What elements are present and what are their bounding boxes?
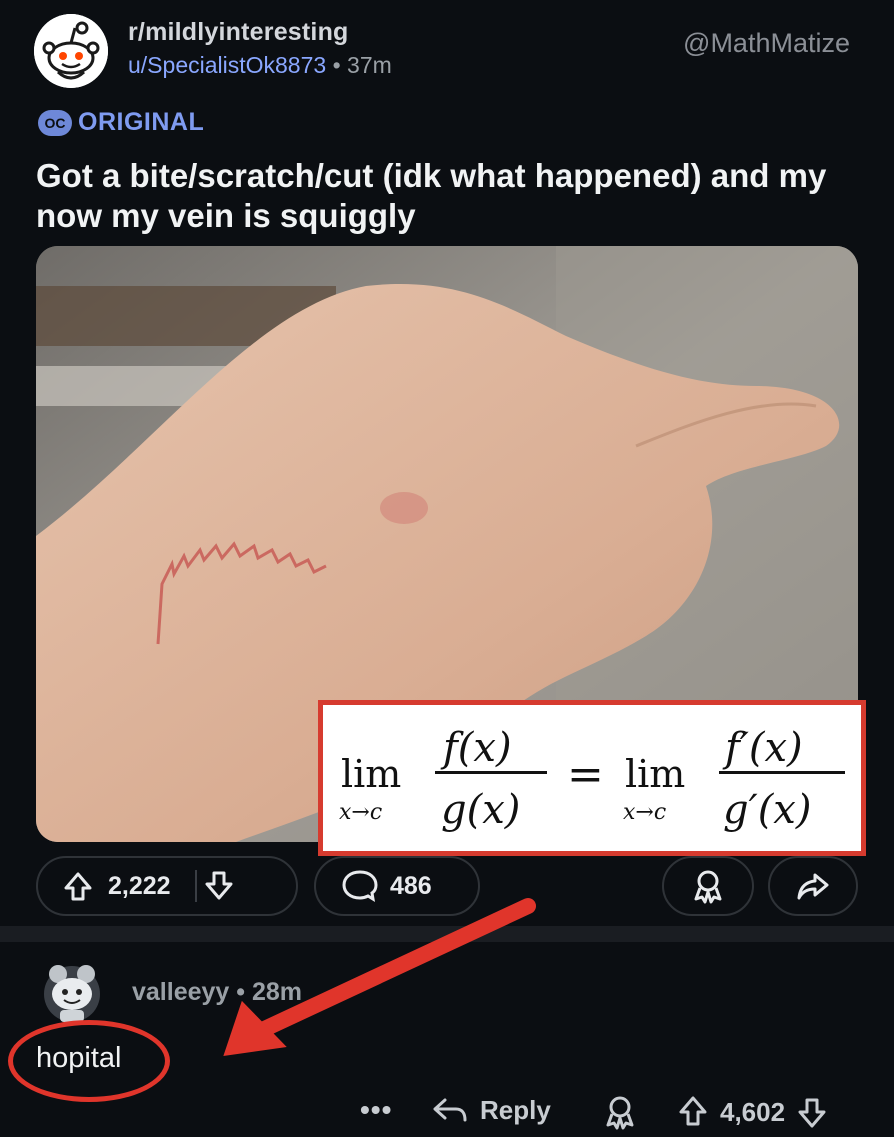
- post-vote-count: 2,222: [108, 871, 171, 900]
- watermark: @MathMatize: [683, 28, 850, 58]
- flair-label: ORIGINAL: [78, 108, 205, 136]
- reply-label: Reply: [480, 1094, 551, 1125]
- denominator-right: g′(x): [723, 787, 811, 833]
- comment-award-button[interactable]: [600, 1092, 640, 1137]
- award-icon: [606, 1096, 634, 1130]
- lhopital-formula-box: lim x→c f(x) g(x) = lim x→c f′(x) g′(x): [318, 700, 866, 856]
- comment-count: 486: [390, 871, 432, 900]
- numerator-left: f(x): [440, 725, 512, 771]
- post-author-link[interactable]: u/SpecialistOk8873: [128, 52, 326, 78]
- denominator-left: g(x): [441, 787, 520, 833]
- lim-sub-left: x→c: [339, 800, 382, 825]
- equals-sign: =: [567, 749, 604, 800]
- comment-meta: valleeyy • 28m: [132, 978, 302, 1007]
- comment-meta-separator: •: [236, 978, 246, 1006]
- post-meta: u/SpecialistOk8873 • 37m: [128, 52, 392, 79]
- lim-sub-right: x→c: [623, 800, 666, 825]
- comment-upvote-icon[interactable]: [676, 1092, 710, 1132]
- oc-flair: OC ORIGINAL: [38, 108, 204, 137]
- formula-graphic: lim x→c f(x) g(x) = lim x→c f′(x) g′(x): [339, 725, 845, 833]
- post-vote-pill: 2,222: [36, 856, 298, 916]
- snoo-avatar-icon: [44, 965, 100, 1022]
- commenter-avatar[interactable]: [36, 960, 108, 1022]
- section-separator: [0, 926, 894, 942]
- comment-vote: 4,602: [676, 1092, 829, 1132]
- comment-time: 28m: [252, 978, 303, 1006]
- post-title[interactable]: Got a bite/scratch/cut (idk what happene…: [36, 156, 856, 236]
- comment-author-link[interactable]: valleeyy: [132, 978, 229, 1006]
- numerator-right: f′(x): [722, 725, 803, 771]
- reply-arrow-icon: [433, 1098, 467, 1122]
- red-circle-annotation: [8, 1020, 170, 1102]
- comment-bubble-icon: [342, 870, 378, 902]
- comments-button[interactable]: 486: [314, 856, 480, 916]
- lim-left: lim: [341, 752, 401, 796]
- comment-vote-count: 4,602: [720, 1096, 786, 1127]
- reddit-snoo-icon: [34, 14, 108, 88]
- share-button[interactable]: [768, 856, 858, 916]
- more-options-button[interactable]: •••: [360, 1094, 392, 1126]
- reply-button[interactable]: Reply: [430, 1092, 551, 1128]
- share-icon: [797, 873, 829, 900]
- subreddit-name[interactable]: r/mildlyinteresting: [128, 18, 349, 47]
- downvote-icon[interactable]: [197, 866, 251, 906]
- meta-separator: •: [332, 52, 341, 78]
- award-button[interactable]: [662, 856, 754, 916]
- upvote-icon[interactable]: [38, 866, 108, 906]
- comment-downvote-icon[interactable]: [795, 1092, 829, 1132]
- post-time: 37m: [347, 52, 392, 78]
- oc-badge: OC: [38, 109, 72, 136]
- lim-right: lim: [625, 752, 685, 796]
- subreddit-avatar[interactable]: [34, 14, 108, 88]
- award-icon: [694, 870, 722, 904]
